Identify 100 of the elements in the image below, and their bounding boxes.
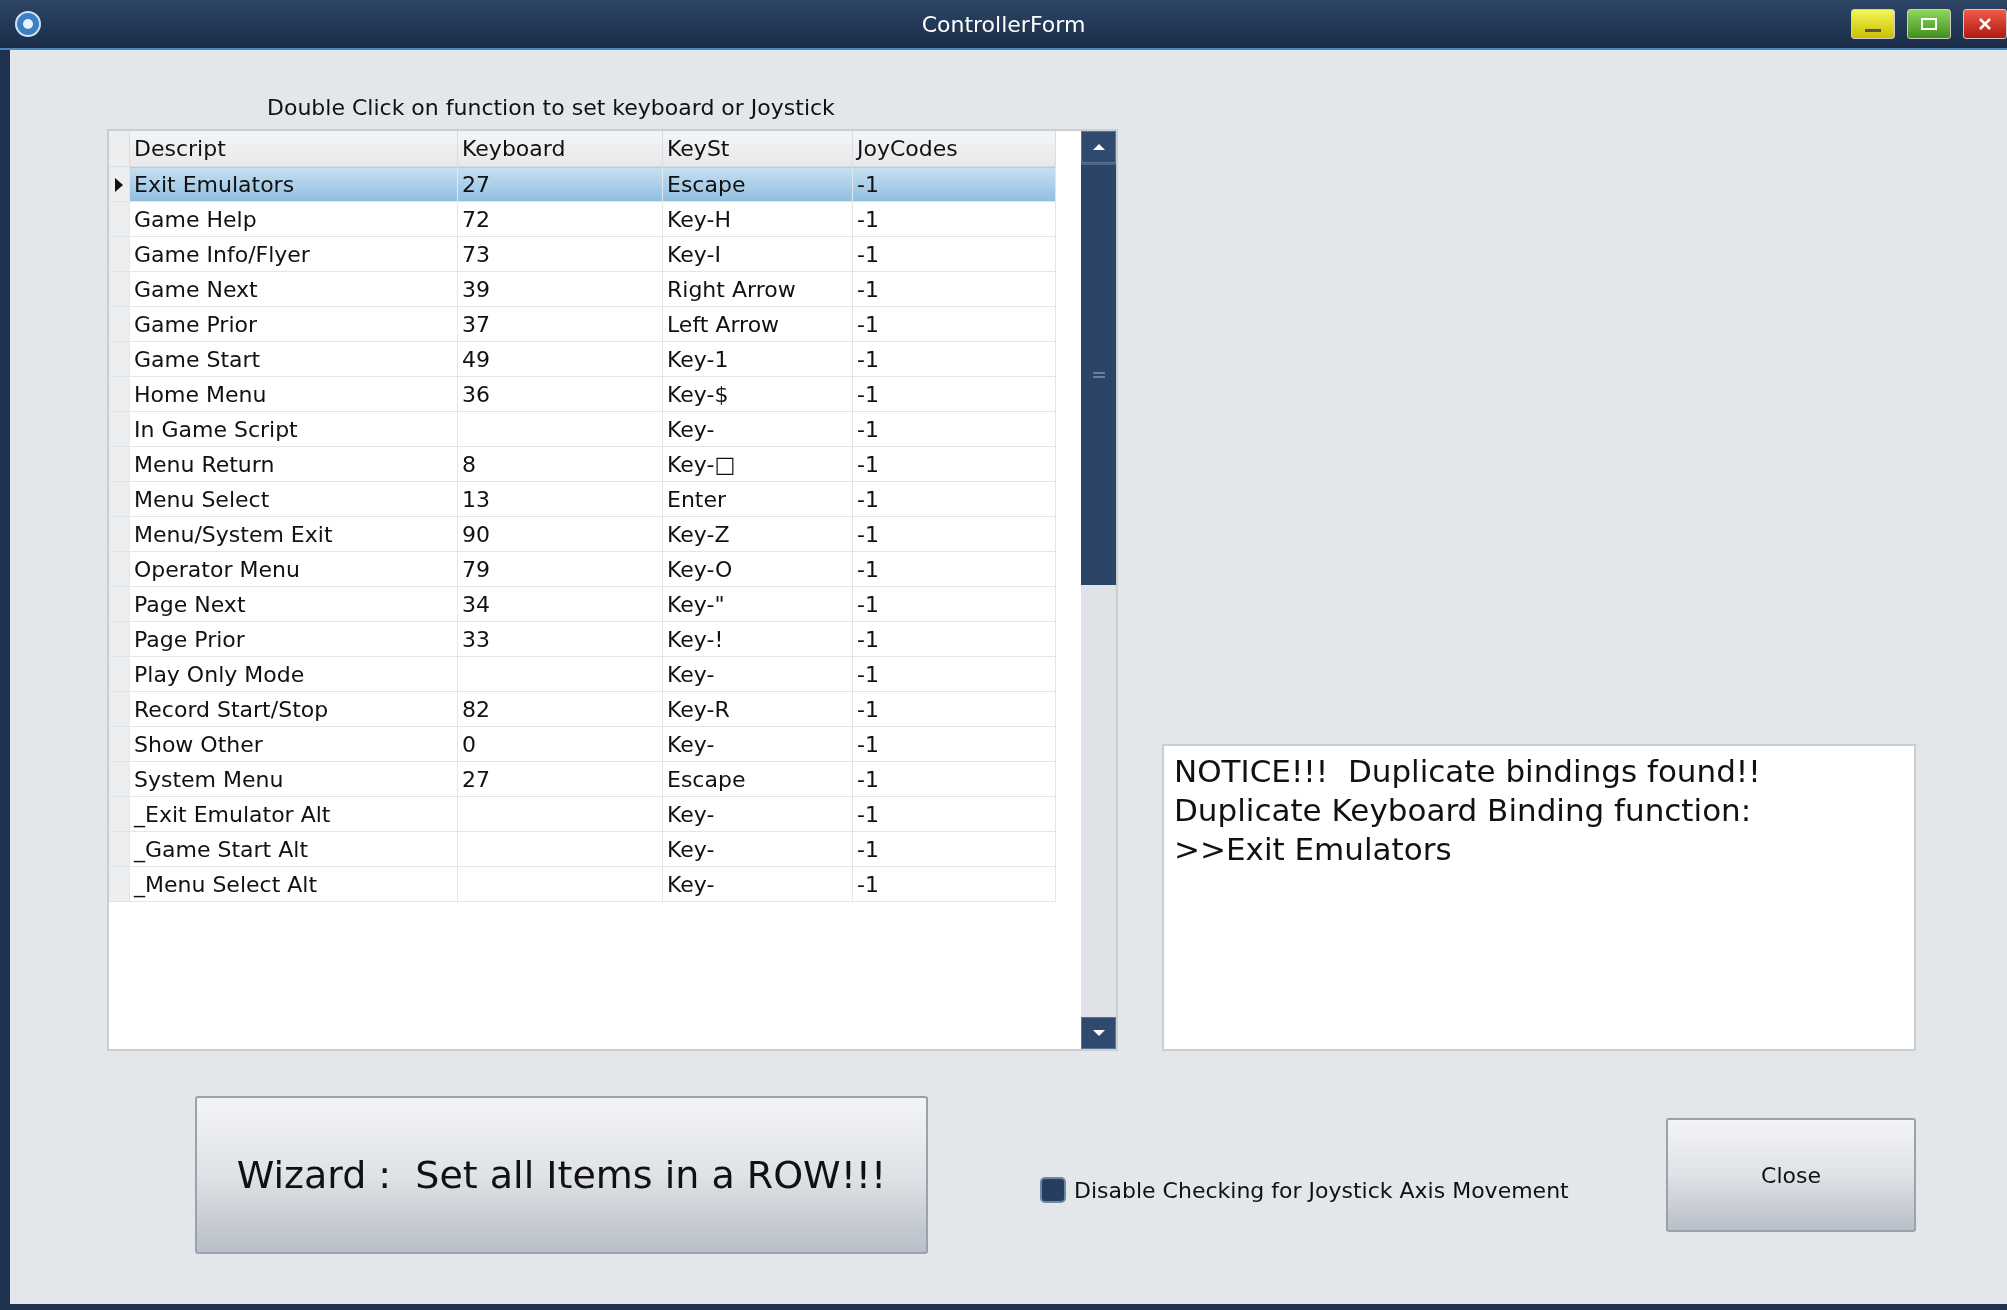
- table-cell: Game Help: [134, 206, 257, 232]
- table-cell: -1: [857, 451, 879, 477]
- table-row[interactable]: Game Next 39 Right Arrow -1: [109, 271, 1056, 307]
- window-title: ControllerForm: [921, 11, 1086, 37]
- table-cell: 36: [462, 381, 490, 407]
- table-cell: _Menu Select Alt: [134, 871, 318, 897]
- column-header[interactable]: Descript: [129, 131, 458, 167]
- close-button[interactable]: Close: [1666, 1118, 1916, 1232]
- checkbox[interactable]: [1040, 1177, 1066, 1203]
- scroll-down-button[interactable]: [1081, 1017, 1116, 1049]
- table-cell: 73: [462, 241, 490, 267]
- checkbox-label[interactable]: Disable Checking for Joystick Axis Movement: [1074, 1177, 1569, 1203]
- table-cell: 39: [462, 276, 490, 302]
- table-row[interactable]: Menu Select 13 Enter -1: [109, 481, 1056, 517]
- table-cell: Menu Return: [134, 451, 275, 477]
- table-row[interactable]: _Exit Emulator Alt Key- -1: [109, 796, 1056, 832]
- table-cell: Record Start/Stop: [134, 696, 329, 722]
- table-cell: Key-": [667, 591, 725, 617]
- up-arrow-icon: [1091, 143, 1106, 151]
- table-cell: Exit Emulators: [134, 171, 295, 197]
- table-row[interactable]: _Menu Select Alt Key- -1: [109, 866, 1056, 902]
- table-cell: -1: [857, 346, 879, 372]
- table-cell: 33: [462, 626, 490, 652]
- table-cell: Play Only Mode: [134, 661, 305, 687]
- table-cell: Home Menu: [134, 381, 267, 407]
- table-cell: Key-: [667, 416, 715, 442]
- notice-line: NOTICE!!! Duplicate bindings found!!: [1174, 752, 1761, 791]
- table-row[interactable]: Game Help 72 Key-H -1: [109, 201, 1056, 237]
- table-row[interactable]: _Game Start Alt Key- -1: [109, 831, 1056, 867]
- table-cell: Key-□: [667, 451, 736, 477]
- table-cell: Page Prior: [134, 626, 245, 652]
- table-cell: Key-$: [667, 381, 729, 407]
- table-row[interactable]: Page Next 34 Key-" -1: [109, 586, 1056, 622]
- table-cell: -1: [857, 171, 879, 197]
- table-cell: Page Next: [134, 591, 246, 617]
- table-row[interactable]: Menu/System Exit 90 Key-Z -1: [109, 516, 1056, 552]
- table-row[interactable]: Home Menu 36 Key-$ -1: [109, 376, 1056, 412]
- grip-icon: [1092, 372, 1105, 378]
- table-cell: System Menu: [134, 766, 284, 792]
- table-cell: -1: [857, 556, 879, 582]
- table-row[interactable]: Operator Menu 79 Key-O -1: [109, 551, 1056, 587]
- table-row[interactable]: Show Other 0 Key- -1: [109, 726, 1056, 762]
- table-cell: Game Info/Flyer: [134, 241, 310, 267]
- scroll-up-button[interactable]: [1081, 131, 1116, 163]
- table-cell: Key-: [667, 836, 715, 862]
- table-cell: Key-: [667, 801, 715, 827]
- table-cell: -1: [857, 206, 879, 232]
- table-row[interactable]: Record Start/Stop 82 Key-R -1: [109, 691, 1056, 727]
- column-header[interactable]: JoyCodes: [852, 131, 1056, 167]
- table-cell: _Game Start Alt: [134, 836, 308, 862]
- maximize-icon: [1919, 17, 1939, 31]
- table-row[interactable]: Exit Emulators 27 Escape -1: [109, 166, 1056, 202]
- table-cell: Show Other: [134, 731, 263, 757]
- table-cell: Menu/System Exit: [134, 521, 333, 547]
- table-row[interactable]: Game Start 49 Key-1 -1: [109, 341, 1056, 377]
- table-cell: 27: [462, 171, 490, 197]
- table-cell: 79: [462, 556, 490, 582]
- table-row[interactable]: Play Only Mode Key- -1: [109, 656, 1056, 692]
- table-cell: -1: [857, 871, 879, 897]
- table-cell: Key-I: [667, 241, 721, 267]
- row-pointer-icon: [115, 177, 123, 192]
- table-cell: -1: [857, 311, 879, 337]
- table-cell: -1: [857, 381, 879, 407]
- maximize-button[interactable]: [1907, 9, 1951, 39]
- table-cell: Game Prior: [134, 311, 258, 337]
- instruction-text: Double Click on function to set keyboard or Joystick: [267, 95, 835, 122]
- table-cell: -1: [857, 276, 879, 302]
- table-cell: 34: [462, 591, 490, 617]
- table-cell: Menu Select: [134, 486, 270, 512]
- minimize-icon: [1865, 29, 1881, 32]
- table-row[interactable]: Game Prior 37 Left Arrow -1: [109, 306, 1056, 342]
- table-row[interactable]: Game Info/Flyer 73 Key-I -1: [109, 236, 1056, 272]
- notice-line: >>Exit Emulators: [1174, 830, 1452, 869]
- table-cell: 0: [462, 731, 476, 757]
- table-cell: In Game Script: [134, 416, 298, 442]
- table-row[interactable]: Menu Return 8 Key-□ -1: [109, 446, 1056, 482]
- down-arrow-icon: [1091, 1029, 1106, 1037]
- table-cell: -1: [857, 521, 879, 547]
- table-cell: Escape: [667, 766, 746, 792]
- table-cell: Key-Z: [667, 521, 730, 547]
- table-row[interactable]: System Menu 27 Escape -1: [109, 761, 1056, 797]
- table-cell: _Exit Emulator Alt: [134, 801, 331, 827]
- table-cell: -1: [857, 696, 879, 722]
- table-cell: 27: [462, 766, 490, 792]
- table-cell: -1: [857, 661, 879, 687]
- table-cell: -1: [857, 731, 879, 757]
- minimize-button[interactable]: [1851, 9, 1895, 39]
- table-row[interactable]: Page Prior 33 Key-! -1: [109, 621, 1056, 657]
- wizard-button[interactable]: Wizard : Set all Items in a ROW!!!: [195, 1096, 928, 1254]
- close-button[interactable]: [1963, 9, 2007, 39]
- column-header[interactable]: Keyboard: [457, 131, 663, 167]
- table-cell: -1: [857, 766, 879, 792]
- table-cell: -1: [857, 626, 879, 652]
- table-cell: Operator Menu: [134, 556, 300, 582]
- table-cell: -1: [857, 801, 879, 827]
- table-cell: 72: [462, 206, 490, 232]
- notice-line: Duplicate Keyboard Binding function:: [1174, 791, 1752, 830]
- table-row[interactable]: In Game Script Key- -1: [109, 411, 1056, 447]
- column-header[interactable]: KeySt: [662, 131, 853, 167]
- table-cell: Key-H: [667, 206, 731, 232]
